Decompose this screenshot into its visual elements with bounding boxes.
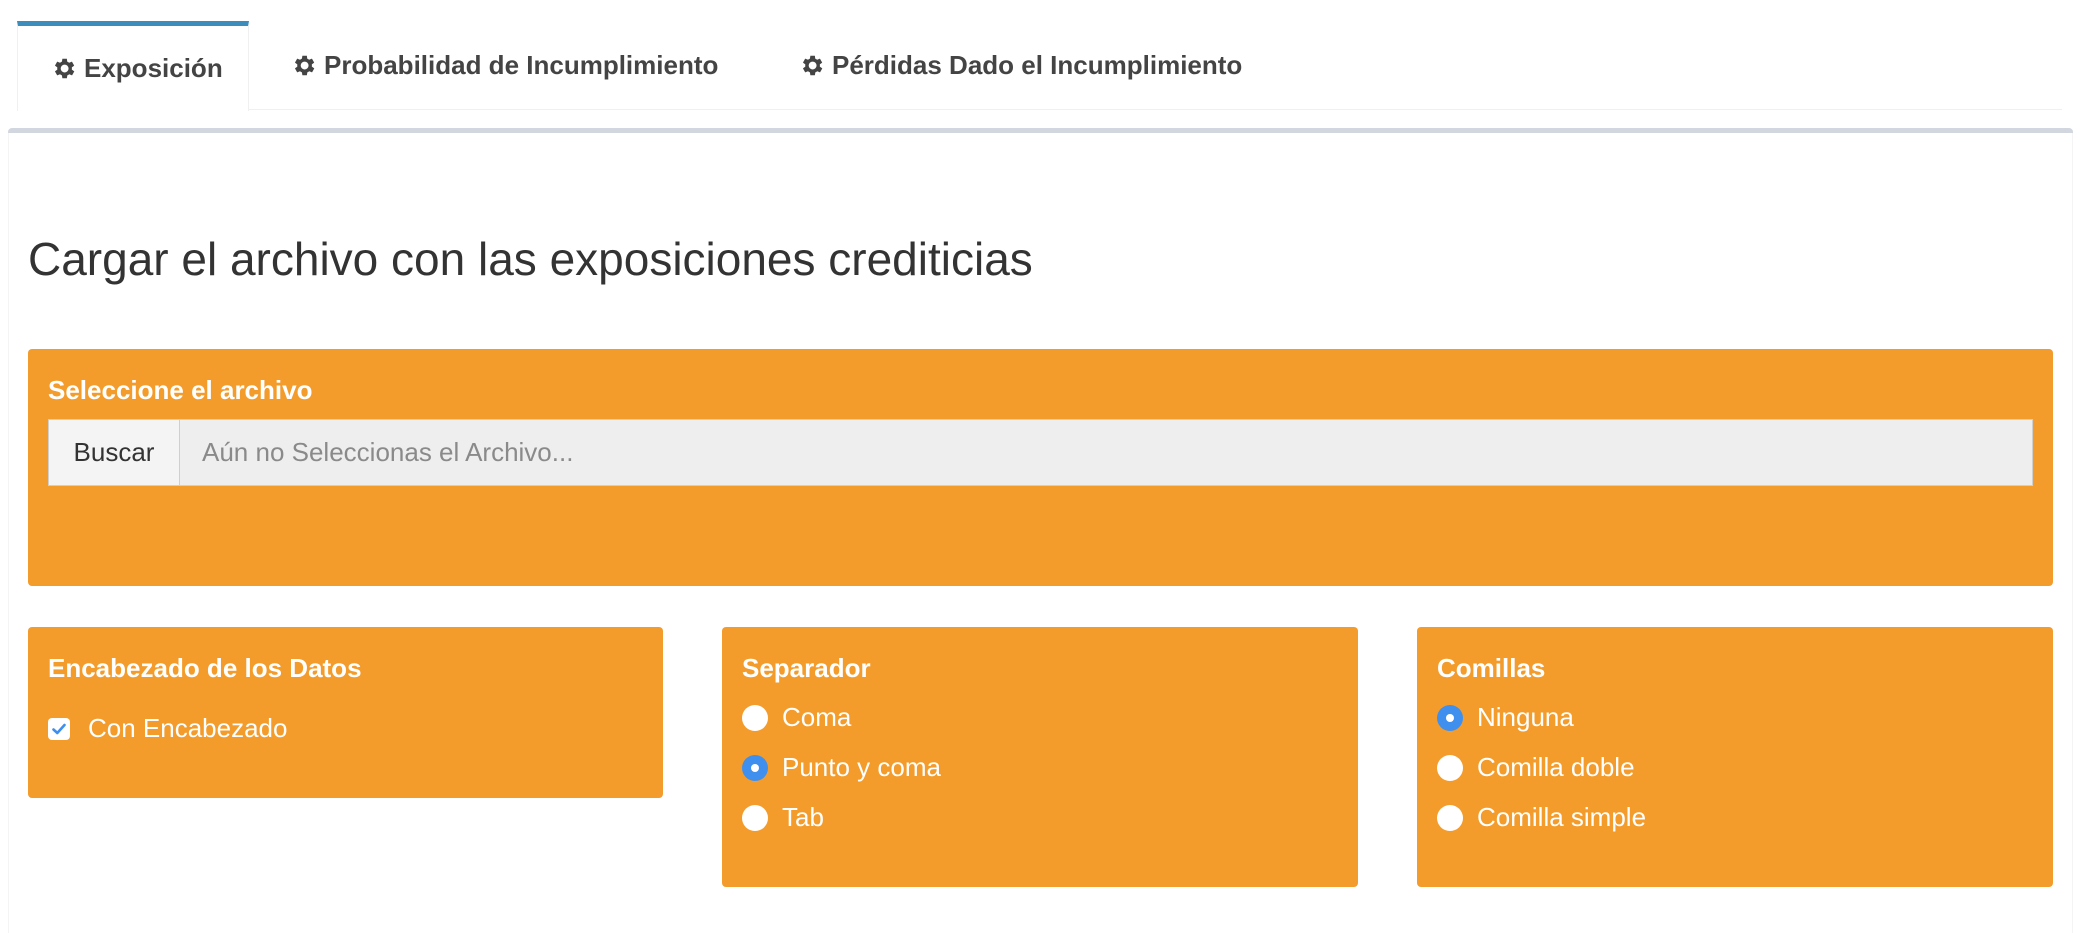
radio-punto-y-coma[interactable]: Punto y coma (742, 752, 941, 783)
checkbox[interactable] (48, 717, 70, 740)
radio-button[interactable] (742, 704, 768, 731)
file-box-title: Seleccione el archivo (48, 375, 313, 405)
quote-box-title: Comillas (1437, 653, 1546, 683)
radio-button[interactable] (1437, 804, 1463, 831)
tab-exposicion[interactable]: Exposición (17, 21, 249, 111)
radio-label: Tab (782, 802, 824, 832)
file-input-group: Buscar Aún no Seleccionas el Archivo... (48, 419, 2033, 486)
gear-icon (54, 58, 75, 79)
tab-perdidas-dado-incumplimiento[interactable]: Pérdidas Dado el Incumplimiento (798, 21, 1278, 110)
radio-label: Comilla simple (1477, 802, 1647, 832)
radio-comilla-simple[interactable]: Comilla simple (1437, 802, 1646, 833)
tab-label: Probabilidad de Incumplimiento (324, 50, 719, 80)
radio-button[interactable] (1437, 704, 1463, 731)
tab-probabilidad-incumplimiento[interactable]: Probabilidad de Incumplimiento (290, 21, 760, 110)
tab-bar: Exposición Probabilidad de Incumplimient… (17, 21, 2062, 111)
tab-label: Exposición (84, 53, 223, 83)
radio-tab[interactable]: Tab (742, 802, 824, 833)
radio-button[interactable] (742, 754, 768, 781)
radio-button[interactable] (742, 804, 768, 831)
separator-options-box: Separador Coma Punto y coma Tab (722, 627, 1358, 887)
browse-button[interactable]: Buscar (49, 420, 180, 485)
file-name-field[interactable]: Aún no Seleccionas el Archivo... (180, 420, 2032, 485)
radio-ninguna[interactable]: Ninguna (1437, 702, 1574, 733)
radio-label: Ninguna (1477, 702, 1574, 732)
separator-box-title: Separador (742, 653, 871, 683)
gear-icon (802, 55, 823, 76)
file-upload-box: Seleccione el archivo Buscar Aún no Sele… (28, 349, 2053, 586)
radio-coma[interactable]: Coma (742, 702, 851, 733)
page-title: Cargar el archivo con las exposiciones c… (28, 233, 1033, 285)
header-options-box: Encabezado de los Datos Con Encabezado (28, 627, 663, 798)
con-encabezado-checkbox[interactable]: Con Encabezado (48, 713, 287, 744)
radio-label: Coma (782, 702, 852, 732)
radio-label: Punto y coma (782, 752, 941, 782)
header-box-title: Encabezado de los Datos (48, 653, 362, 683)
check-icon (52, 723, 66, 734)
checkbox-label: Con Encabezado (88, 713, 288, 743)
quote-options-box: Comillas Ninguna Comilla doble Comilla s… (1417, 627, 2053, 887)
radio-label: Comilla doble (1477, 752, 1635, 782)
radio-comilla-doble[interactable]: Comilla doble (1437, 752, 1635, 783)
radio-button[interactable] (1437, 754, 1463, 781)
gear-icon (294, 55, 315, 76)
tab-label: Pérdidas Dado el Incumplimiento (832, 50, 1243, 80)
